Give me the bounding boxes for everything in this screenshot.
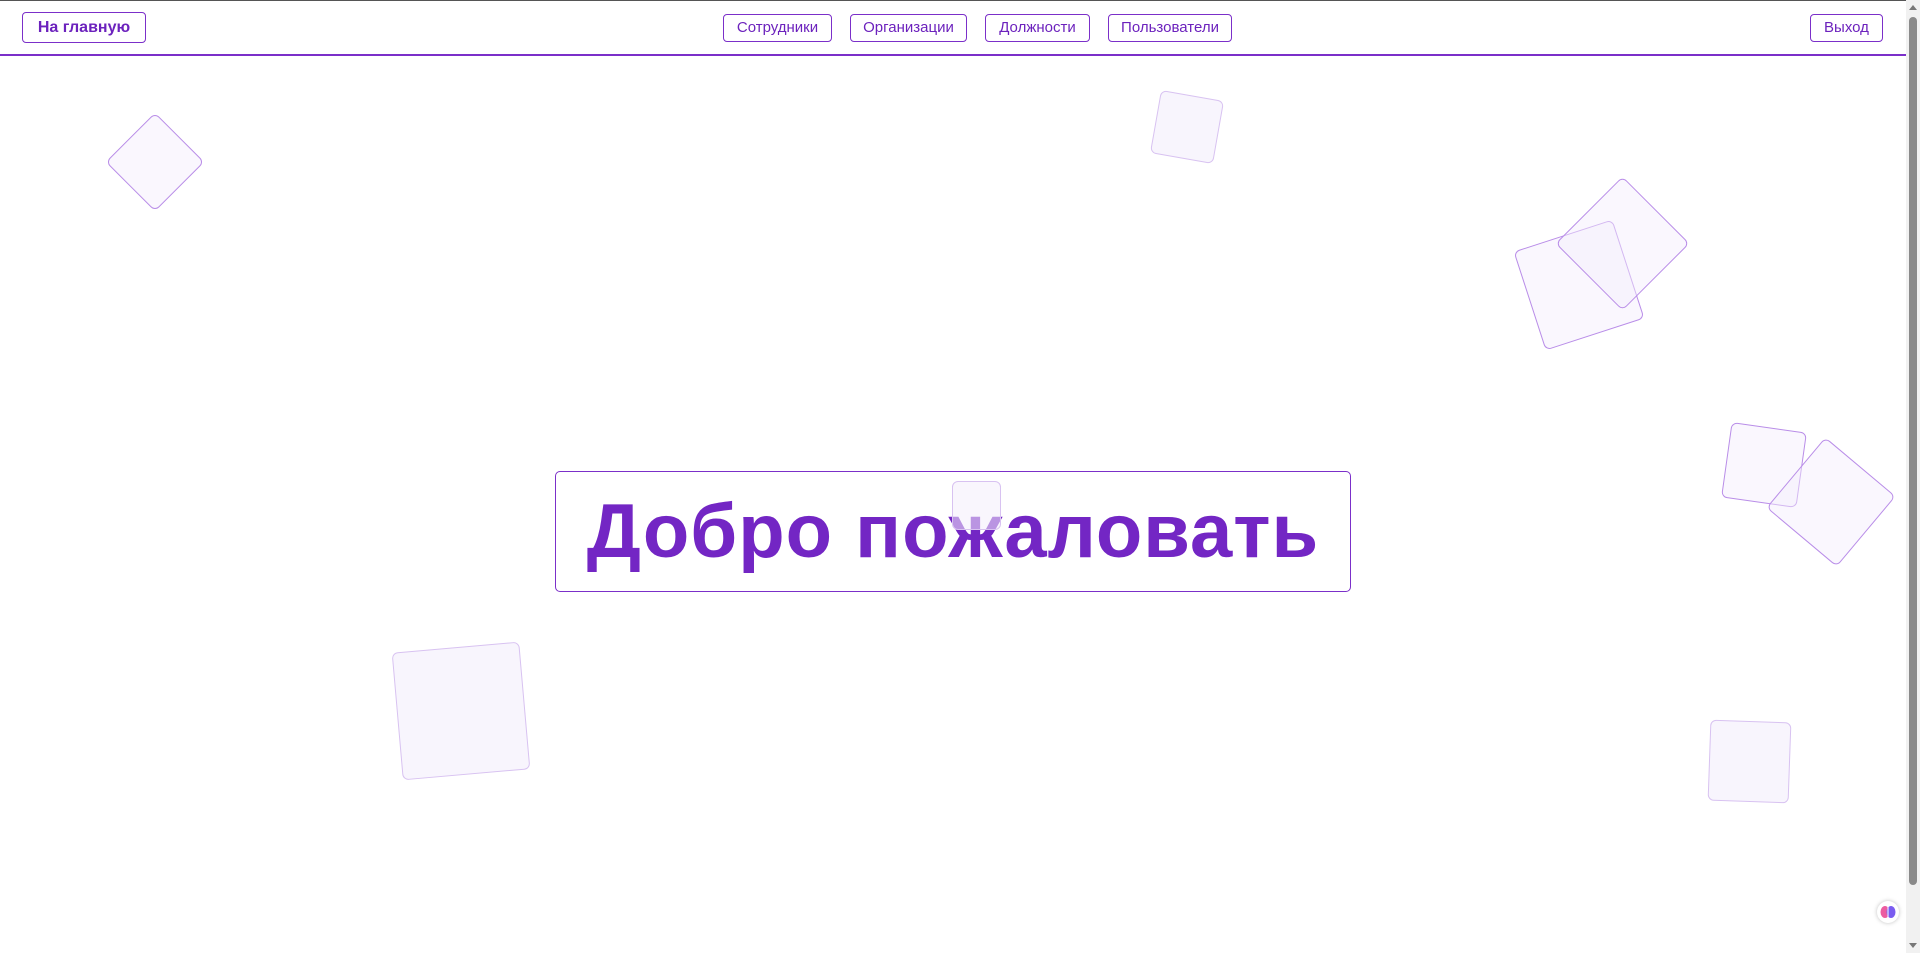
nav-positions-button[interactable]: Должности: [985, 14, 1090, 42]
nav-employees-button[interactable]: Сотрудники: [723, 14, 832, 42]
brain-icon[interactable]: [1877, 901, 1899, 923]
scroll-thumb[interactable]: [1909, 17, 1917, 885]
home-button[interactable]: На главную: [22, 12, 146, 43]
nav-users-button[interactable]: Пользователи: [1108, 14, 1232, 42]
vertical-scrollbar[interactable]: [1906, 0, 1920, 953]
scroll-up-icon[interactable]: [1909, 5, 1917, 10]
scroll-down-icon[interactable]: [1909, 943, 1917, 948]
page: На главную Сотрудники Организации Должно…: [0, 0, 1920, 953]
decorative-square: [1149, 89, 1225, 165]
decorative-square: [105, 112, 205, 212]
nav-organizations-button[interactable]: Организации: [850, 14, 967, 42]
decorative-square: [1707, 719, 1792, 804]
navbar: На главную Сотрудники Организации Должно…: [0, 1, 1906, 56]
logout-button[interactable]: Выход: [1810, 14, 1883, 42]
brain-icon-graphic: [1880, 906, 1896, 918]
decorative-square: [391, 641, 531, 781]
decorative-square: [952, 481, 1001, 530]
